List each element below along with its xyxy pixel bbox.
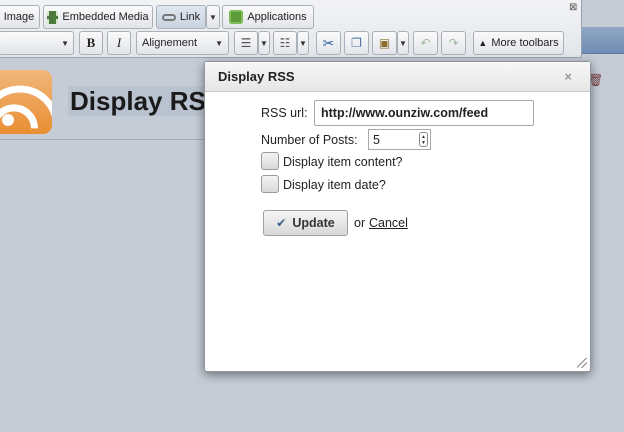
cut-button[interactable]: ✂ — [316, 31, 341, 55]
display-content-checkbox[interactable] — [261, 152, 279, 170]
dialog-header: Display RSS × — [205, 62, 590, 92]
more-toolbars-button[interactable]: ▲ More toolbars — [473, 31, 564, 55]
display-date-label: Display item date? — [283, 178, 386, 192]
or-text: or — [354, 216, 366, 230]
embedded-media-button-label: Embedded Media — [62, 11, 149, 23]
undo-button[interactable]: ↶ — [413, 31, 438, 55]
checkmark-icon: ✔ — [276, 216, 287, 230]
toolbar-edge-strip — [582, 27, 624, 54]
cancel-link[interactable]: Cancel — [369, 216, 408, 230]
scissors-icon: ✂ — [322, 34, 335, 51]
link-button-label: Link — [179, 11, 201, 23]
bold-button-label: B — [86, 35, 96, 50]
bullet-list-icon: ☰ — [240, 36, 252, 50]
rss-url-input[interactable] — [314, 100, 534, 126]
page-title: Display RSS — [68, 86, 226, 116]
copy-icon: ❐ — [351, 36, 362, 50]
applications-button-label: Applications — [247, 11, 307, 23]
update-button[interactable]: ✔ Update — [263, 210, 348, 236]
bullet-list-button[interactable]: ☰ — [234, 31, 258, 55]
stepper-arrows-icon[interactable]: ▲ ▼ — [419, 132, 428, 147]
toolbar-close-icon[interactable]: ⊠ — [569, 3, 577, 13]
chevron-down-icon: ▼ — [61, 38, 69, 48]
link-button[interactable]: Link — [156, 5, 206, 29]
chain-link-icon — [161, 13, 176, 21]
num-posts-value: 5 — [373, 132, 380, 147]
clipboard-icon: ▣ — [378, 36, 391, 50]
image-button[interactable]: Image — [0, 5, 40, 29]
undo-icon: ↶ — [420, 36, 431, 50]
bullet-list-dropdown[interactable]: ▼ — [258, 31, 270, 55]
num-posts-label: Number of Posts: — [261, 133, 358, 147]
film-icon — [47, 10, 59, 24]
image-button-label: Image — [3, 11, 35, 23]
paste-button[interactable]: ▣ — [372, 31, 397, 55]
chevron-down-icon: ▼ — [260, 38, 268, 48]
bold-button[interactable]: B — [79, 31, 103, 55]
more-toolbars-button-label: More toolbars — [491, 37, 559, 49]
link-dropdown-button[interactable]: ▼ — [206, 5, 220, 29]
arrow-up-icon: ▲ — [478, 38, 488, 48]
paste-dropdown[interactable]: ▼ — [397, 31, 409, 55]
display-rss-dialog: Display RSS × RSS url: Number of Posts: … — [204, 61, 591, 372]
redo-icon: ↷ — [448, 36, 459, 50]
editor-toolbar: Image Embedded Media Link ▼ Applications… — [0, 0, 582, 58]
numbered-list-button[interactable]: ☷ — [273, 31, 297, 55]
numbered-list-icon: ☷ — [279, 36, 291, 50]
close-icon[interactable]: × — [564, 69, 572, 84]
dialog-title: Display RSS — [218, 69, 295, 84]
applications-button[interactable]: Applications — [222, 5, 314, 29]
embedded-media-button[interactable]: Embedded Media — [43, 5, 153, 29]
alignment-select-label: Alignement — [142, 37, 198, 49]
redo-button[interactable]: ↷ — [441, 31, 466, 55]
chevron-down-icon: ▼ — [299, 38, 307, 48]
resize-grip-icon[interactable] — [577, 358, 587, 368]
display-content-label: Display item content? — [283, 155, 403, 169]
display-date-checkbox[interactable] — [261, 175, 279, 193]
puzzle-icon — [229, 10, 244, 24]
alignment-select[interactable]: Alignement ▼ — [136, 31, 229, 55]
italic-button-label: I — [116, 35, 122, 50]
chevron-down-icon: ▼ — [209, 12, 217, 22]
rss-url-label: RSS url: — [261, 106, 308, 120]
italic-button[interactable]: I — [107, 31, 131, 55]
copy-button[interactable]: ❐ — [344, 31, 369, 55]
chevron-down-icon: ▼ — [215, 38, 223, 48]
rss-feed-icon — [0, 70, 52, 134]
chevron-down-icon: ▼ — [399, 38, 407, 48]
font-select[interactable]: ▼ — [0, 31, 74, 55]
update-button-label: Update — [292, 216, 335, 230]
num-posts-stepper[interactable]: 5 ▲ ▼ — [368, 129, 431, 150]
numbered-list-dropdown[interactable]: ▼ — [297, 31, 309, 55]
